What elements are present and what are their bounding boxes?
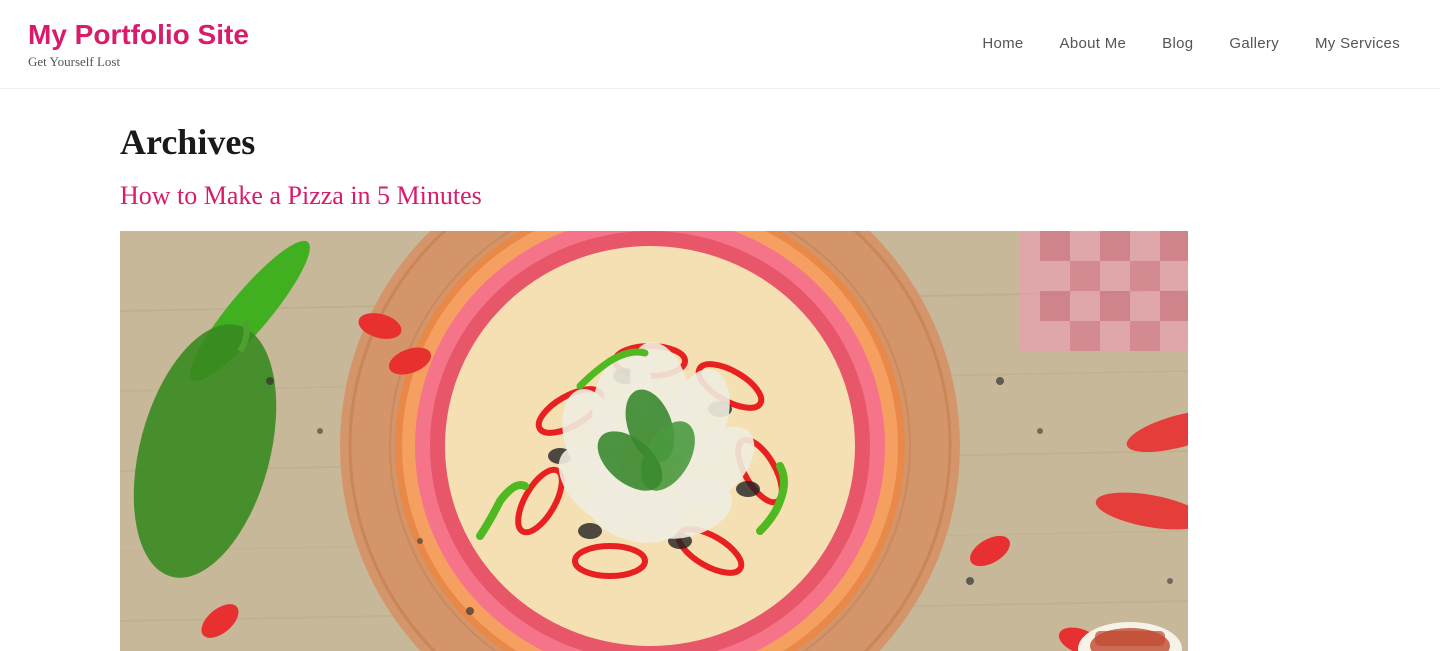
nav-blog[interactable]: Blog	[1162, 35, 1193, 52]
post-title[interactable]: How to Make a Pizza in 5 Minutes	[120, 181, 1440, 211]
site-header: My Portfolio Site Get Yourself Lost Home…	[0, 0, 1440, 89]
archives-heading: Archives	[120, 121, 1440, 163]
main-content: Archives How to Make a Pizza in 5 Minute…	[0, 89, 1440, 651]
nav-home[interactable]: Home	[982, 35, 1023, 52]
nav-about[interactable]: About Me	[1060, 35, 1127, 52]
site-tagline: Get Yourself Lost	[28, 54, 249, 70]
main-nav: Home About Me Blog Gallery My Services	[982, 35, 1400, 52]
post-image	[120, 231, 1188, 651]
nav-gallery[interactable]: Gallery	[1229, 35, 1279, 52]
site-title[interactable]: My Portfolio Site	[28, 18, 249, 52]
nav-services[interactable]: My Services	[1315, 35, 1400, 52]
site-branding: My Portfolio Site Get Yourself Lost	[28, 18, 249, 70]
pizza-photo	[120, 231, 1188, 651]
